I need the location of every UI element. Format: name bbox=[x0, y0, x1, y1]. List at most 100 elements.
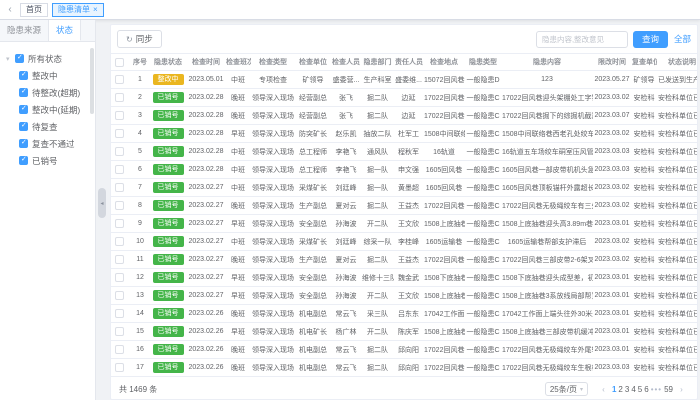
tree-node-all-status[interactable]: ▾ 所有状态 bbox=[6, 50, 92, 67]
table-row[interactable]: 10已销号2023.02.27中班领导深入现场采煤矿长刘廷峰综采一队李桂峰160… bbox=[111, 233, 697, 251]
tab-home[interactable]: 首页 bbox=[20, 3, 48, 17]
row-checkbox[interactable] bbox=[115, 129, 124, 138]
row-checkbox-cell bbox=[111, 165, 131, 174]
row-checkbox[interactable] bbox=[115, 165, 124, 174]
page-button-5[interactable]: 5 bbox=[638, 385, 642, 394]
search-button[interactable]: 查询 bbox=[633, 31, 668, 48]
header-cell: 检查单位 bbox=[295, 57, 331, 67]
tree-node-5[interactable]: 已销号 bbox=[6, 152, 92, 169]
row-checkbox[interactable] bbox=[115, 237, 124, 246]
page-button-4[interactable]: 4 bbox=[631, 385, 635, 394]
main-layout: 隐患来源 状态 ▾ 所有状态 整改中待整改(超期)整改中(延期)待复查复查不通过… bbox=[0, 20, 700, 400]
table-cell: 安检科 bbox=[631, 255, 657, 265]
table-cell: 安检科单位已销号 bbox=[657, 273, 697, 283]
row-checkbox[interactable] bbox=[115, 147, 124, 156]
checkbox[interactable] bbox=[19, 122, 28, 131]
all-link[interactable]: 全部 bbox=[674, 33, 691, 45]
table-row[interactable]: 13已销号2023.02.27早班领导深入现场安全副总孙海波开二队王文欣1508… bbox=[111, 287, 697, 305]
row-checkbox-cell bbox=[111, 219, 131, 228]
prev-page-icon[interactable]: ‹ bbox=[597, 385, 610, 394]
row-checkbox[interactable] bbox=[115, 363, 124, 372]
select-all-checkbox[interactable] bbox=[115, 58, 124, 67]
tab-hazard-list[interactable]: 隐患清单× bbox=[52, 3, 104, 17]
page-button-1[interactable]: 1 bbox=[612, 385, 616, 394]
table-row[interactable]: 16已销号2023.02.26晚班领导深入现场机电副总常云飞掘二队邱向阳1702… bbox=[111, 341, 697, 359]
row-checkbox[interactable] bbox=[115, 93, 124, 102]
row-checkbox[interactable] bbox=[115, 327, 124, 336]
table-cell: 8 bbox=[131, 202, 149, 209]
page-button-3[interactable]: 3 bbox=[625, 385, 629, 394]
table-row[interactable]: 17已销号2023.02.26晚班领导深入现场机电副总常云飞掘二队邱向阳1702… bbox=[111, 359, 697, 377]
table-row[interactable]: 1整改中2023.05.01中班专项检查矿领导盛委营...生产科室盛委维...1… bbox=[111, 71, 697, 89]
table-cell: 一般隐患C bbox=[465, 93, 501, 103]
tree-node-0[interactable]: 整改中 bbox=[6, 67, 92, 84]
checkbox[interactable] bbox=[19, 88, 28, 97]
next-page-icon[interactable]: › bbox=[675, 385, 688, 394]
table-cell: 中班 bbox=[225, 237, 251, 247]
checkbox[interactable] bbox=[19, 156, 28, 165]
checkbox-all-status[interactable] bbox=[15, 54, 24, 63]
checkbox[interactable] bbox=[19, 139, 28, 148]
close-icon[interactable]: × bbox=[93, 5, 98, 14]
row-checkbox[interactable] bbox=[115, 291, 124, 300]
table-row[interactable]: 8已销号2023.02.27晚班领导深入现场生产副总夏对云掘二队王益杰17022… bbox=[111, 197, 697, 215]
row-checkbox[interactable] bbox=[115, 201, 124, 210]
page-ellipsis: ••• bbox=[651, 385, 662, 394]
row-checkbox[interactable] bbox=[115, 273, 124, 282]
row-checkbox[interactable] bbox=[115, 111, 124, 120]
row-checkbox[interactable] bbox=[115, 345, 124, 354]
checkbox[interactable] bbox=[19, 105, 28, 114]
row-checkbox[interactable] bbox=[115, 75, 124, 84]
tab-hazard-source[interactable]: 隐患来源 bbox=[0, 20, 49, 41]
page-button-6[interactable]: 6 bbox=[644, 385, 648, 394]
sidebar-scrollbar[interactable] bbox=[90, 48, 94, 114]
table-row[interactable]: 6已销号2023.02.28中班领导深入现场总工程师李艳飞掘一队申文强1605回… bbox=[111, 161, 697, 179]
chevron-down-icon[interactable]: ▾ bbox=[6, 55, 15, 63]
tree-node-4[interactable]: 复查不通过 bbox=[6, 135, 92, 152]
table-cell: 1605运输巷 bbox=[423, 237, 465, 247]
page-size-select[interactable]: 25条/页 ▾ bbox=[545, 382, 588, 396]
table-row[interactable]: 11已销号2023.02.27晚班领导深入现场生产副总夏对云掘二队王益杰1702… bbox=[111, 251, 697, 269]
table-cell: 夏对云 bbox=[331, 201, 361, 211]
row-checkbox[interactable] bbox=[115, 183, 124, 192]
table-cell: 吕东东 bbox=[394, 309, 423, 319]
table-cell: 5 bbox=[131, 148, 149, 155]
table-row[interactable]: 4已销号2023.02.28早班领导深入现场防突矿长赵乐凯抽放二队杜军工1508… bbox=[111, 125, 697, 143]
table-row[interactable]: 5已销号2023.02.28中班领导深入现场总工程师李艳飞通风队程秋军16轨道一… bbox=[111, 143, 697, 161]
sync-button[interactable]: ↻ 同步 bbox=[117, 30, 162, 48]
table-cell: 采三队 bbox=[361, 309, 394, 319]
row-checkbox[interactable] bbox=[115, 309, 124, 318]
search-input[interactable] bbox=[536, 31, 628, 48]
table-row[interactable]: 12已销号2023.02.27早班领导深入现场安全副总孙海波维修十三队魏金武15… bbox=[111, 269, 697, 287]
table-row[interactable]: 7已销号2023.02.27中班领导深入现场采煤矿长刘廷峰掘一队黄墨超1605回… bbox=[111, 179, 697, 197]
table-cell: 生产副总 bbox=[295, 201, 331, 211]
table-cell: 早班 bbox=[225, 327, 251, 337]
table-row[interactable]: 3已销号2023.02.28晚班领导深入现场经营副总张飞掘二队边延17022回风… bbox=[111, 107, 697, 125]
table-cell: 开二队 bbox=[361, 219, 394, 229]
table-cell: 1508下底抽巷迎头成型差，初锚效果差 bbox=[501, 273, 593, 283]
table-cell: 安检科 bbox=[631, 291, 657, 301]
checkbox[interactable] bbox=[19, 71, 28, 80]
tab-status[interactable]: 状态 bbox=[49, 20, 81, 41]
page-button-59[interactable]: 59 bbox=[664, 385, 673, 394]
table-row[interactable]: 15已销号2023.02.26早班领导深入现场机电矿长杨广林开二队陈庆军1508… bbox=[111, 323, 697, 341]
row-checkbox-cell bbox=[111, 327, 131, 336]
table-cell: 4 bbox=[131, 130, 149, 137]
tree-node-1[interactable]: 待整改(超期) bbox=[6, 84, 92, 101]
row-checkbox[interactable] bbox=[115, 255, 124, 264]
tabs-scroll-left-icon[interactable]: ‹ bbox=[4, 4, 16, 15]
table-cell: 2023.02.28 bbox=[187, 130, 225, 137]
table-row[interactable]: 2已销号2023.02.28晚班领导深入现场经营副总张飞掘二队边延17022回风… bbox=[111, 89, 697, 107]
table-cell: 2023.02.28 bbox=[187, 166, 225, 173]
tree-node-3[interactable]: 待复查 bbox=[6, 118, 92, 135]
table-row[interactable]: 9已销号2023.02.27早班领导深入现场安全副总孙海波开二队王文欣1508上… bbox=[111, 215, 697, 233]
tree-node-2[interactable]: 整改中(延期) bbox=[6, 101, 92, 118]
page-button-2[interactable]: 2 bbox=[618, 385, 622, 394]
table-cell: 安检科 bbox=[631, 219, 657, 229]
sidebar-collapse-handle[interactable]: ◂ bbox=[98, 188, 106, 218]
table-cell: 领导深入现场 bbox=[251, 291, 295, 301]
row-checkbox[interactable] bbox=[115, 219, 124, 228]
table-row[interactable]: 14已销号2023.02.26晚班领导深入现场机电副总常云飞采三队吕东东1704… bbox=[111, 305, 697, 323]
header-cell: 检查班次 bbox=[225, 57, 251, 67]
status-badge: 已销号 bbox=[153, 200, 184, 211]
